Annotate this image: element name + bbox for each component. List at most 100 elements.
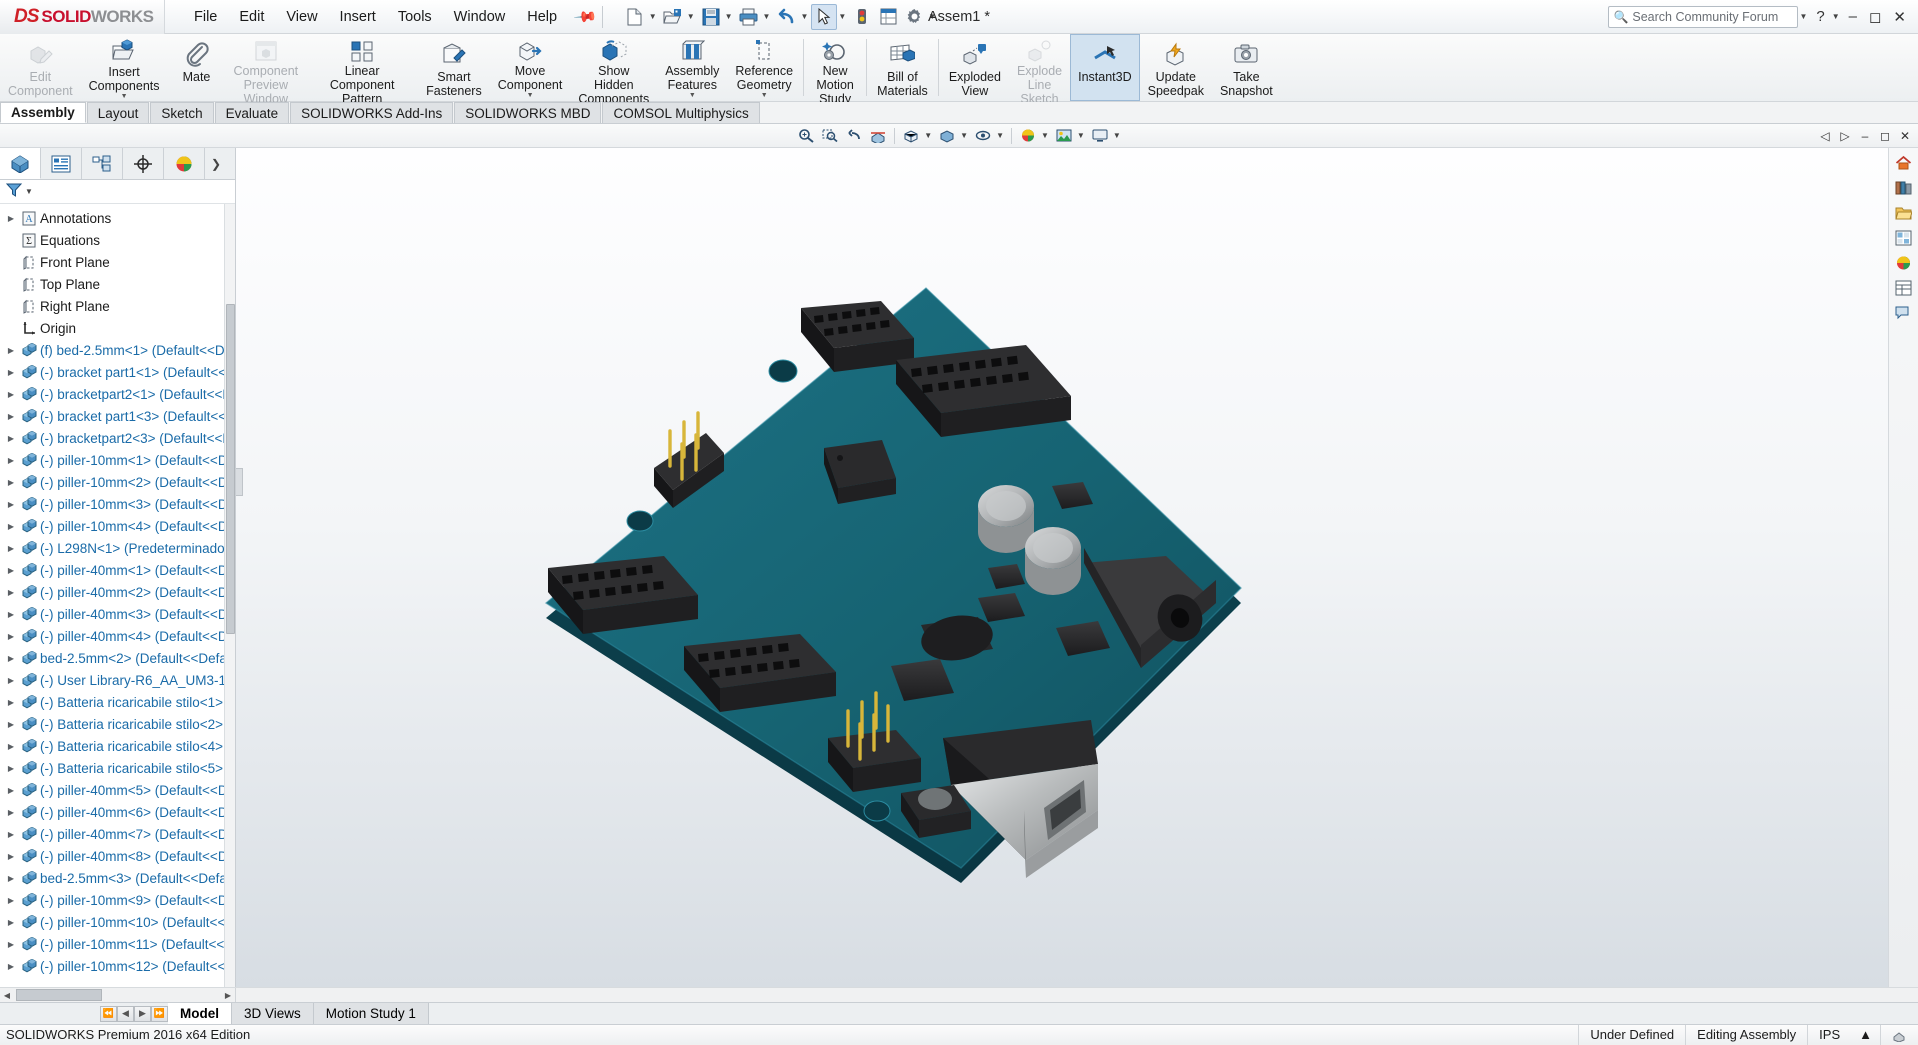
expand-arrow-icon[interactable]: ▶ [4,676,18,685]
undo-arrow-icon[interactable] [773,4,799,30]
maximize-icon[interactable]: ◻ [1863,8,1887,26]
reference-geometry-dropdown-icon[interactable]: ▼ [761,92,768,99]
view-palette-icon[interactable] [1892,227,1916,249]
dimxpert-icon[interactable] [123,148,164,179]
close-icon[interactable]: ✕ [1887,8,1912,26]
tree-item-6[interactable]: ▶ (f) bed-2.5mm<1> (Default<<De [0,339,235,361]
linear-component-pattern-button[interactable]: Linear Component Pattern ▼ [306,34,418,113]
tree-scrollbar-thumb[interactable] [226,304,235,634]
horizontal-scrollbar-thumb[interactable] [16,989,102,1001]
view-orientation-dropdown-icon[interactable]: ▼ [924,131,932,140]
tree-item-3[interactable]: ▶ Top Plane [0,273,235,295]
expand-arrow-icon[interactable]: ▶ [4,346,18,355]
scroll-right-icon[interactable]: ▶ [221,991,235,1000]
edit-component-button[interactable]: Edit Component [0,34,81,101]
tree-item-24[interactable]: ▶ (-) Batteria ricaricabile stilo<4> (I [0,735,235,757]
move-component-button[interactable]: Move Component ▼ [490,34,571,101]
menu-item-tools[interactable]: Tools [387,5,443,29]
search-input[interactable]: 🔍 Search Community Forum [1608,5,1799,28]
tree-item-4[interactable]: ▶ Right Plane [0,295,235,317]
floppy-save-icon[interactable] [698,4,724,30]
expand-arrow-icon[interactable]: ▶ [4,588,18,597]
tab-comsol-multiphysics[interactable]: COMSOL Multiphysics [602,102,760,123]
expand-arrow-icon[interactable]: ▶ [4,962,18,971]
display-manager-icon[interactable] [164,148,205,179]
expand-arrow-icon[interactable]: ▶ [4,720,18,729]
tree-item-20[interactable]: ▶ bed-2.5mm<2> (Default<<Defau [0,647,235,669]
mate-button[interactable]: Mate [168,34,226,101]
save-dropdown-icon[interactable]: ▼ [725,12,733,21]
configuration-manager-icon[interactable] [82,148,123,179]
show-hidden-components-button[interactable]: Show Hidden Components ▼ [570,34,657,113]
design-library-icon[interactable] [1892,177,1916,199]
appearances-scenes-icon[interactable] [1892,252,1916,274]
apply-scene-icon[interactable] [1052,126,1076,146]
help-dropdown-icon[interactable]: ▼ [1832,12,1840,21]
search-dropdown-icon[interactable]: ▼ [1799,12,1807,21]
status-units-dropdown-icon[interactable]: ▲ [1851,1025,1880,1045]
help-button[interactable]: ? [1810,8,1830,25]
display-grid-icon[interactable] [875,4,901,30]
last-record-icon[interactable]: ⏩ [151,1005,168,1022]
tree-item-16[interactable]: ▶ (-) piller-40mm<1> (Default<<D [0,559,235,581]
appearance-sphere-icon[interactable] [1016,126,1040,146]
expand-arrow-icon[interactable]: ▶ [4,610,18,619]
tree-item-2[interactable]: ▶ Front Plane [0,251,235,273]
exploded-view-button[interactable]: Exploded View [941,34,1009,101]
tab-solidworks-mbd[interactable]: SOLIDWORKS MBD [454,102,602,123]
zoom-fit-icon[interactable] [794,126,818,146]
tree-item-9[interactable]: ▶ (-) bracket part1<3> (Default<<D [0,405,235,427]
tree-item-8[interactable]: ▶ (-) bracketpart2<1> (Default<<D [0,383,235,405]
display-style-dropdown-icon[interactable]: ▼ [960,131,968,140]
tree-item-10[interactable]: ▶ (-) bracketpart2<3> (Default<<D [0,427,235,449]
tree-item-31[interactable]: ▶ (-) piller-10mm<9> (Default<<D [0,889,235,911]
menu-item-help[interactable]: Help [516,5,568,29]
cursor-arrow-icon[interactable] [811,3,838,30]
document-restore-icon[interactable]: ◻ [1876,127,1894,145]
expand-arrow-icon[interactable]: ▶ [4,654,18,663]
filter-funnel-icon[interactable] [5,182,24,202]
tree-item-11[interactable]: ▶ (-) piller-10mm<1> (Default<<D [0,449,235,471]
document-close-icon[interactable]: ✕ [1896,127,1914,145]
new-motion-study-button[interactable]: New Motion Study [806,34,864,106]
tree-item-29[interactable]: ▶ (-) piller-40mm<8> (Default<<D [0,845,235,867]
assembly-features-dropdown-icon[interactable]: ▼ [689,92,696,99]
printer-icon[interactable] [736,4,762,30]
select-dropdown-icon[interactable]: ▼ [838,12,846,21]
tree-item-18[interactable]: ▶ (-) piller-40mm<3> (Default<<D [0,603,235,625]
expand-arrow-icon[interactable]: ▶ [4,368,18,377]
forum-icon[interactable] [1892,302,1916,324]
rebuild-traffic-light-icon[interactable] [849,4,875,30]
open-folder-icon[interactable] [660,4,686,30]
zoom-area-icon[interactable] [818,126,842,146]
expand-arrow-icon[interactable]: ▶ [4,456,18,465]
assembly-features-button[interactable]: Assembly Features ▼ [657,34,727,101]
bottom-tab-model[interactable]: Model [168,1003,232,1024]
tree-item-21[interactable]: ▶ (-) User Library-R6_AA_UM3-1,5V [0,669,235,691]
tree-item-28[interactable]: ▶ (-) piller-40mm<7> (Default<<D [0,823,235,845]
expand-arrow-icon[interactable]: ▶ [4,698,18,707]
component-preview-window-button[interactable]: Component Preview Window [226,34,307,106]
expand-arrow-icon[interactable]: ▶ [4,764,18,773]
appearance-dropdown-icon[interactable]: ▼ [1041,131,1049,140]
expand-arrow-icon[interactable]: ▶ [4,500,18,509]
tree-item-34[interactable]: ▶ (-) piller-10mm<12> (Default<<D [0,955,235,977]
tab-sketch[interactable]: Sketch [150,102,214,123]
smart-fasteners-button[interactable]: Smart Fasteners [418,34,490,101]
section-view-icon[interactable] [866,126,890,146]
expand-arrow-icon[interactable]: ▶ [4,808,18,817]
document-minimize-icon[interactable]: – [1856,127,1874,145]
expand-arrow-icon[interactable]: ▶ [4,632,18,641]
first-record-icon[interactable]: ⏪ [100,1005,117,1022]
take-snapshot-button[interactable]: Take Snapshot [1212,34,1281,101]
bill-of-materials-button[interactable]: Bill of Materials [869,34,936,101]
tab-assembly[interactable]: Assembly [0,102,86,123]
expand-arrow-icon[interactable]: ▶ [4,566,18,575]
expand-arrow-icon[interactable]: ▶ [4,852,18,861]
hide-show-items-icon[interactable] [971,126,995,146]
open-document-dropdown-icon[interactable]: ▼ [687,12,695,21]
tab-solidworks-add-ins[interactable]: SOLIDWORKS Add-Ins [290,102,454,123]
instant3d-button[interactable]: Instant3D [1070,34,1140,101]
expand-arrow-icon[interactable]: ▶ [4,544,18,553]
expand-arrow-icon[interactable]: ▶ [4,390,18,399]
